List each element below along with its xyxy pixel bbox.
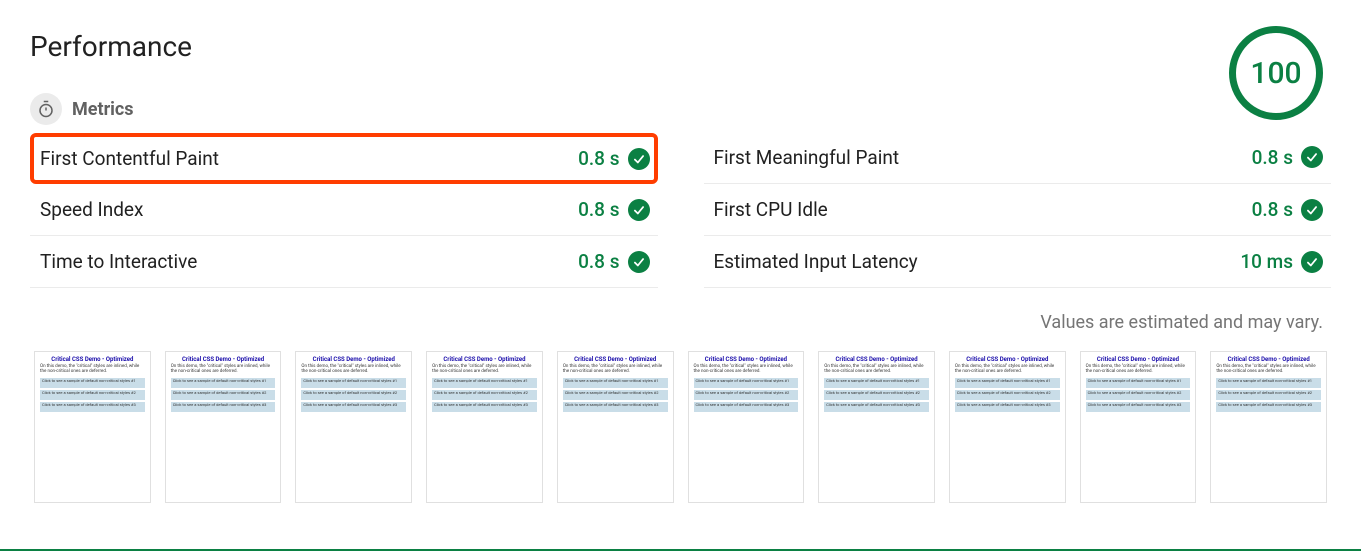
metric-value-wrap: 0.8 s [578, 250, 649, 273]
filmstrip-thumbnail[interactable]: Critical CSS Demo - Optimized On this dem… [688, 351, 805, 503]
thumb-title: Critical CSS Demo - Optimized [694, 356, 799, 363]
thumb-content-box: Click to see a sample of default non-cri… [40, 402, 145, 412]
thumb-desc: On this demo, the "critical" styles are … [432, 365, 537, 375]
thumb-content-box: Click to see a sample of default non-cri… [171, 378, 276, 388]
thumb-content-box: Click to see a sample of default non-cri… [955, 402, 1060, 412]
thumb-title: Critical CSS Demo - Optimized [171, 356, 276, 363]
thumb-desc: On this demo, the "critical" styles are … [171, 365, 276, 375]
metric-name: First Meaningful Paint [714, 146, 900, 169]
thumb-content-box: Click to see a sample of default non-cri… [955, 390, 1060, 400]
thumb-content-box: Click to see a sample of default non-cri… [563, 378, 668, 388]
thumb-content-box: Click to see a sample of default non-cri… [432, 402, 537, 412]
metric-value: 0.8 s [578, 250, 619, 273]
thumb-desc: On this demo, the "critical" styles are … [301, 365, 406, 375]
metric-value-wrap: 0.8 s [1252, 198, 1323, 221]
thumb-content-box: Click to see a sample of default non-cri… [1216, 390, 1321, 400]
thumb-content-box: Click to see a sample of default non-cri… [824, 402, 929, 412]
filmstrip-thumbnail[interactable]: Critical CSS Demo - Optimized On this dem… [426, 351, 543, 503]
thumb-content-box: Click to see a sample of default non-cri… [1086, 378, 1191, 388]
filmstrip-thumbnail[interactable]: Critical CSS Demo - Optimized On this dem… [295, 351, 412, 503]
thumb-content-box: Click to see a sample of default non-cri… [301, 378, 406, 388]
thumb-content-box: Click to see a sample of default non-cri… [1216, 402, 1321, 412]
thumb-content-box: Click to see a sample of default non-cri… [1216, 378, 1321, 388]
thumb-content-box: Click to see a sample of default non-cri… [563, 390, 668, 400]
check-circle-icon [628, 199, 650, 221]
thumb-content-box: Click to see a sample of default non-cri… [432, 378, 537, 388]
metric-value: 10 ms [1240, 250, 1293, 273]
thumb-title: Critical CSS Demo - Optimized [301, 356, 406, 363]
thumb-desc: On this demo, the "critical" styles are … [955, 365, 1060, 375]
filmstrip-thumbnail[interactable]: Critical CSS Demo - Optimized On this dem… [34, 351, 151, 503]
filmstrip-thumbnail[interactable]: Critical CSS Demo - Optimized On this dem… [818, 351, 935, 503]
thumb-content-box: Click to see a sample of default non-cri… [40, 378, 145, 388]
metrics-grid: First Contentful Paint0.8 sFirst Meaning… [30, 131, 1331, 288]
metric-row[interactable]: First Contentful Paint 0.8 s [30, 133, 658, 184]
thumb-title: Critical CSS Demo - Optimized [1216, 356, 1321, 363]
metric-name: Estimated Input Latency [714, 250, 918, 273]
page-title: Performance [30, 30, 1331, 63]
disclaimer-text: Values are estimated and may vary. [30, 312, 1323, 333]
thumb-desc: On this demo, the "critical" styles are … [1086, 365, 1191, 375]
filmstrip-thumbnail[interactable]: Critical CSS Demo - Optimized On this dem… [165, 351, 282, 503]
thumb-title: Critical CSS Demo - Optimized [563, 356, 668, 363]
thumb-content-box: Click to see a sample of default non-cri… [563, 402, 668, 412]
thumb-title: Critical CSS Demo - Optimized [432, 356, 537, 363]
thumb-content-box: Click to see a sample of default non-cri… [824, 390, 929, 400]
metric-name: Time to Interactive [40, 250, 197, 273]
metric-value-wrap: 0.8 s [578, 198, 649, 221]
filmstrip-thumbnail[interactable]: Critical CSS Demo - Optimized On this dem… [557, 351, 674, 503]
metric-value: 0.8 s [578, 198, 619, 221]
metric-name: Speed Index [40, 198, 143, 221]
thumb-content-box: Click to see a sample of default non-cri… [694, 378, 799, 388]
metric-row[interactable]: First Meaningful Paint 0.8 s [704, 131, 1332, 184]
metric-row[interactable]: First CPU Idle 0.8 s [704, 184, 1332, 236]
score-value: 100 [1250, 56, 1301, 91]
thumb-title: Critical CSS Demo - Optimized [1086, 356, 1191, 363]
metrics-label: Metrics [72, 99, 134, 120]
metric-value-wrap: 10 ms [1240, 250, 1323, 273]
metric-value: 0.8 s [1252, 146, 1293, 169]
filmstrip-thumbnail[interactable]: Critical CSS Demo - Optimized On this dem… [949, 351, 1066, 503]
thumb-content-box: Click to see a sample of default non-cri… [301, 390, 406, 400]
thumb-desc: On this demo, the "critical" styles are … [563, 365, 668, 375]
metric-row[interactable]: Estimated Input Latency 10 ms [704, 236, 1332, 288]
metric-row[interactable]: Speed Index 0.8 s [30, 184, 658, 236]
metric-value-wrap: 0.8 s [578, 147, 649, 170]
thumb-desc: On this demo, the "critical" styles are … [1216, 365, 1321, 375]
thumb-content-box: Click to see a sample of default non-cri… [694, 390, 799, 400]
thumb-content-box: Click to see a sample of default non-cri… [824, 378, 929, 388]
thumb-content-box: Click to see a sample of default non-cri… [432, 390, 537, 400]
thumb-content-box: Click to see a sample of default non-cri… [955, 378, 1060, 388]
metric-value: 0.8 s [1252, 198, 1293, 221]
filmstrip-thumbnail[interactable]: Critical CSS Demo - Optimized On this dem… [1210, 351, 1327, 503]
metric-name: First Contentful Paint [40, 147, 219, 170]
thumb-content-box: Click to see a sample of default non-cri… [1086, 390, 1191, 400]
check-circle-icon [628, 148, 650, 170]
thumb-title: Critical CSS Demo - Optimized [824, 356, 929, 363]
check-circle-icon [628, 251, 650, 273]
thumb-content-box: Click to see a sample of default non-cri… [1086, 402, 1191, 412]
thumb-desc: On this demo, the "critical" styles are … [824, 365, 929, 375]
thumb-title: Critical CSS Demo - Optimized [40, 356, 145, 363]
metric-name: First CPU Idle [714, 198, 828, 221]
stopwatch-icon [30, 93, 62, 125]
filmstrip-thumbnail[interactable]: Critical CSS Demo - Optimized On this dem… [1080, 351, 1197, 503]
screenshot-filmstrip: Critical CSS Demo - Optimized On this dem… [30, 351, 1331, 503]
metrics-section-header[interactable]: Metrics [30, 93, 1331, 125]
thumb-content-box: Click to see a sample of default non-cri… [171, 390, 276, 400]
check-circle-icon [1301, 251, 1323, 273]
check-circle-icon [1301, 146, 1323, 168]
thumb-desc: On this demo, the "critical" styles are … [694, 365, 799, 375]
thumb-title: Critical CSS Demo - Optimized [955, 356, 1060, 363]
thumb-content-box: Click to see a sample of default non-cri… [171, 402, 276, 412]
check-circle-icon [1301, 199, 1323, 221]
metric-value-wrap: 0.8 s [1252, 146, 1323, 169]
metric-row[interactable]: Time to Interactive 0.8 s [30, 236, 658, 288]
thumb-content-box: Click to see a sample of default non-cri… [301, 402, 406, 412]
score-gauge: 100 [1229, 26, 1323, 120]
metric-value: 0.8 s [578, 147, 619, 170]
thumb-content-box: Click to see a sample of default non-cri… [40, 390, 145, 400]
thumb-desc: On this demo, the "critical" styles are … [40, 365, 145, 375]
thumb-content-box: Click to see a sample of default non-cri… [694, 402, 799, 412]
